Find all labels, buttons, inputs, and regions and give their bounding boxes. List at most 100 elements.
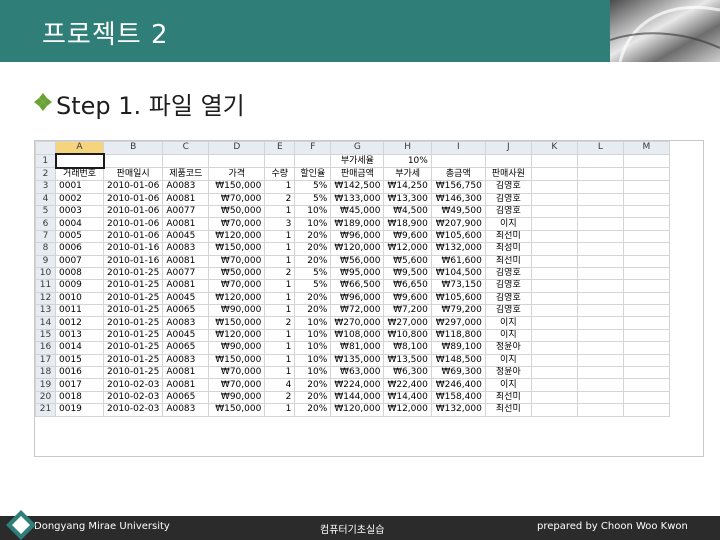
table-cell[interactable]: A0077 [162,266,210,281]
table-cell[interactable]: 5% [294,192,332,206]
empty-cell[interactable] [576,304,624,318]
select-all-corner[interactable] [35,141,56,155]
empty-cell[interactable] [530,304,578,318]
table-cell[interactable]: A0045 [162,291,210,306]
empty-cell[interactable] [622,403,670,417]
table-cell[interactable]: ₩13,500 [383,353,432,368]
empty-cell[interactable] [622,279,670,293]
table-cell[interactable]: 2010-01-06 [102,192,164,206]
table-cell[interactable]: 10% [294,328,332,343]
column-title-cell[interactable]: 판매사원 [484,167,532,182]
table-cell[interactable]: 4 [264,378,296,392]
table-cell[interactable]: 이지 [484,328,532,343]
table-cell[interactable]: 2010-01-16 [102,254,164,268]
table-cell[interactable]: 1 [264,366,296,380]
table-cell[interactable]: ₩132,000 [430,403,486,417]
table-cell[interactable]: ₩150,000 [208,316,266,330]
table-cell[interactable]: A0083 [162,403,210,417]
column-title-cell[interactable]: 할인율 [294,167,332,182]
empty-cell[interactable] [530,167,578,182]
table-cell[interactable]: ₩6,300 [383,366,432,380]
table-cell[interactable]: ₩207,900 [430,217,486,231]
table-cell[interactable]: 0010 [55,291,104,306]
table-cell[interactable]: 1 [264,254,296,268]
table-cell[interactable]: 0001 [55,180,104,194]
vat-rate-label[interactable]: 부가세율 [330,153,385,169]
table-cell[interactable]: A0077 [162,204,210,219]
table-cell[interactable]: 이지 [484,378,532,392]
table-cell[interactable]: 2010-02-03 [102,378,164,392]
table-cell[interactable]: 1 [264,304,296,318]
table-cell[interactable]: ₩9,600 [383,229,432,244]
table-cell[interactable]: ₩45,000 [330,204,385,219]
table-cell[interactable]: 2010-01-06 [102,204,164,219]
empty-cell[interactable] [622,304,670,318]
table-cell[interactable]: ₩70,000 [208,378,266,392]
table-cell[interactable]: 2010-02-03 [102,403,164,417]
empty-cell[interactable] [622,316,670,330]
table-cell[interactable]: 0003 [55,204,104,219]
table-cell[interactable]: 1 [264,204,296,219]
table-cell[interactable]: ₩104,500 [430,266,486,281]
empty-cell[interactable] [530,341,578,355]
table-cell[interactable]: 20% [294,304,332,318]
table-cell[interactable]: ₩14,250 [383,180,432,194]
table-cell[interactable]: ₩148,500 [430,353,486,368]
row-number[interactable]: 16 [35,341,56,355]
column-title-cell[interactable]: 가격 [208,167,266,182]
empty-cell[interactable] [530,242,578,256]
table-cell[interactable]: 1 [264,403,296,417]
empty-cell[interactable] [530,279,578,293]
table-cell[interactable]: A0081 [162,192,210,206]
table-cell[interactable]: ₩18,900 [383,217,432,231]
table-cell[interactable]: ₩22,400 [383,378,432,392]
empty-cell[interactable] [576,316,624,330]
table-cell[interactable]: ₩13,300 [383,192,432,206]
table-cell[interactable]: 10% [294,341,332,355]
table-cell[interactable]: 0014 [55,341,104,355]
table-cell[interactable]: 2 [264,316,296,330]
table-cell[interactable]: 최선미 [484,390,532,405]
table-cell[interactable]: ₩144,000 [330,390,385,405]
table-cell[interactable]: 2010-01-25 [102,341,164,355]
table-cell[interactable]: ₩120,000 [330,242,385,256]
empty-cell[interactable] [622,229,670,244]
table-cell[interactable]: ₩120,000 [208,291,266,306]
table-cell[interactable]: 이지 [484,217,532,231]
column-title-cell[interactable]: 판매일시 [102,167,164,182]
table-cell[interactable]: ₩150,000 [208,242,266,256]
table-cell[interactable]: ₩81,000 [330,341,385,355]
empty-cell[interactable] [576,378,624,392]
table-cell[interactable]: 이지 [484,353,532,368]
empty-cell[interactable] [622,192,670,206]
table-cell[interactable]: ₩142,500 [330,180,385,194]
empty-cell[interactable] [576,291,624,306]
column-header[interactable]: M [622,141,670,155]
table-cell[interactable]: 김영호 [484,204,532,219]
cell-m1[interactable] [622,153,670,169]
table-cell[interactable]: 20% [294,229,332,244]
empty-cell[interactable] [576,167,624,182]
row-number[interactable]: 3 [35,180,56,194]
table-cell[interactable]: ₩49,500 [430,204,486,219]
table-cell[interactable]: ₩120,000 [208,328,266,343]
table-cell[interactable]: ₩90,000 [208,390,266,405]
table-cell[interactable]: 최선미 [484,254,532,268]
row-number[interactable]: 12 [35,291,56,306]
table-cell[interactable]: ₩14,400 [383,390,432,405]
table-cell[interactable]: ₩132,000 [430,242,486,256]
cell-l1[interactable] [576,153,624,169]
cell-e1[interactable] [264,153,296,169]
table-cell[interactable]: 0005 [55,229,104,244]
row-number[interactable]: 2 [35,167,56,182]
table-cell[interactable]: 0006 [55,242,104,256]
table-cell[interactable]: 0013 [55,328,104,343]
empty-cell[interactable] [576,390,624,405]
table-cell[interactable]: 20% [294,291,332,306]
empty-cell[interactable] [576,279,624,293]
table-cell[interactable]: 10% [294,353,332,368]
table-cell[interactable]: 최선미 [484,229,532,244]
column-title-cell[interactable]: 수량 [264,167,296,182]
empty-cell[interactable] [576,328,624,343]
row-number[interactable]: 8 [35,242,56,256]
